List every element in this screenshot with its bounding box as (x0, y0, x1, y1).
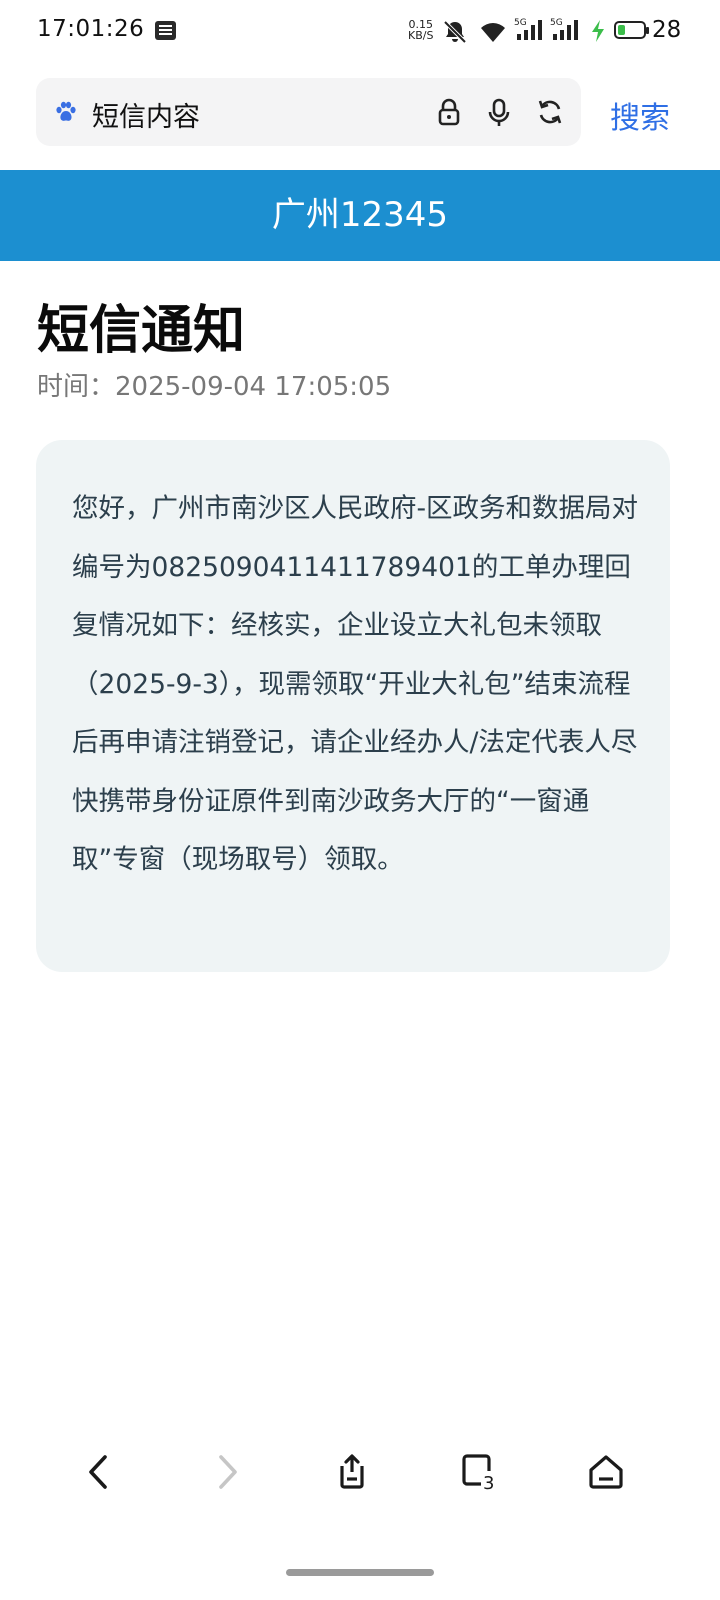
message-body: 您好，广州市南沙区人民政府-区政务和数据局对编号为082509041141178… (72, 493, 639, 875)
status-time: 17:01:26 (37, 16, 145, 42)
forward-icon (219, 1455, 237, 1489)
back-icon (89, 1455, 107, 1489)
signal-2-label: 5G (550, 18, 563, 28)
notification-icon (155, 21, 176, 40)
battery-level: 28 (652, 17, 682, 43)
refresh-icon[interactable] (536, 98, 564, 126)
mic-icon[interactable] (486, 98, 512, 128)
back-button[interactable] (68, 1442, 128, 1502)
share-button[interactable] (322, 1442, 382, 1502)
message-card: 您好，广州市南沙区人民政府-区政务和数据局对编号为082509041141178… (36, 440, 670, 972)
page-timestamp: 时间：2025-09-04 17:05:05 (37, 372, 392, 402)
home-button[interactable] (576, 1442, 636, 1502)
home-indicator[interactable] (286, 1569, 434, 1576)
tab-count: 3 (483, 1473, 494, 1493)
battery-fill (618, 25, 625, 35)
site-header: 广州12345 (0, 170, 720, 261)
browser-toolbar: 3 (0, 1430, 720, 1510)
battery-icon (614, 21, 649, 39)
charging-icon (592, 20, 604, 42)
signal-1-label: 5G (514, 18, 527, 28)
mute-icon (443, 20, 467, 44)
tabs-icon: 3 (462, 1454, 494, 1493)
network-speed-unit: KB/S (408, 29, 434, 42)
home-icon (589, 1455, 623, 1489)
wifi-icon (481, 23, 505, 42)
tabs-button[interactable]: 3 (450, 1442, 510, 1502)
network-speed: 0.15 KB/S (408, 19, 433, 41)
signal-icon: 5G (550, 16, 582, 48)
search-query[interactable]: 短信内容 (92, 95, 200, 134)
address-bar[interactable]: 短信内容 (36, 78, 581, 146)
search-button[interactable]: 搜索 (610, 93, 670, 137)
share-icon (340, 1454, 364, 1489)
signal-icon: 5G (514, 16, 546, 48)
forward-button[interactable] (198, 1442, 258, 1502)
status-indicators: 0.15 KB/S 5G 5G 28 (390, 0, 720, 64)
baidu-paw-icon (56, 101, 76, 121)
status-bar: 17:01:26 0.15 KB/S 5G 5G 28 (0, 0, 720, 64)
screen: 17:01:26 0.15 KB/S 5G 5G 28 短信内容 搜索 广州12… (0, 0, 720, 1600)
page-title: 短信通知 (37, 301, 246, 361)
lock-icon[interactable] (436, 98, 462, 126)
